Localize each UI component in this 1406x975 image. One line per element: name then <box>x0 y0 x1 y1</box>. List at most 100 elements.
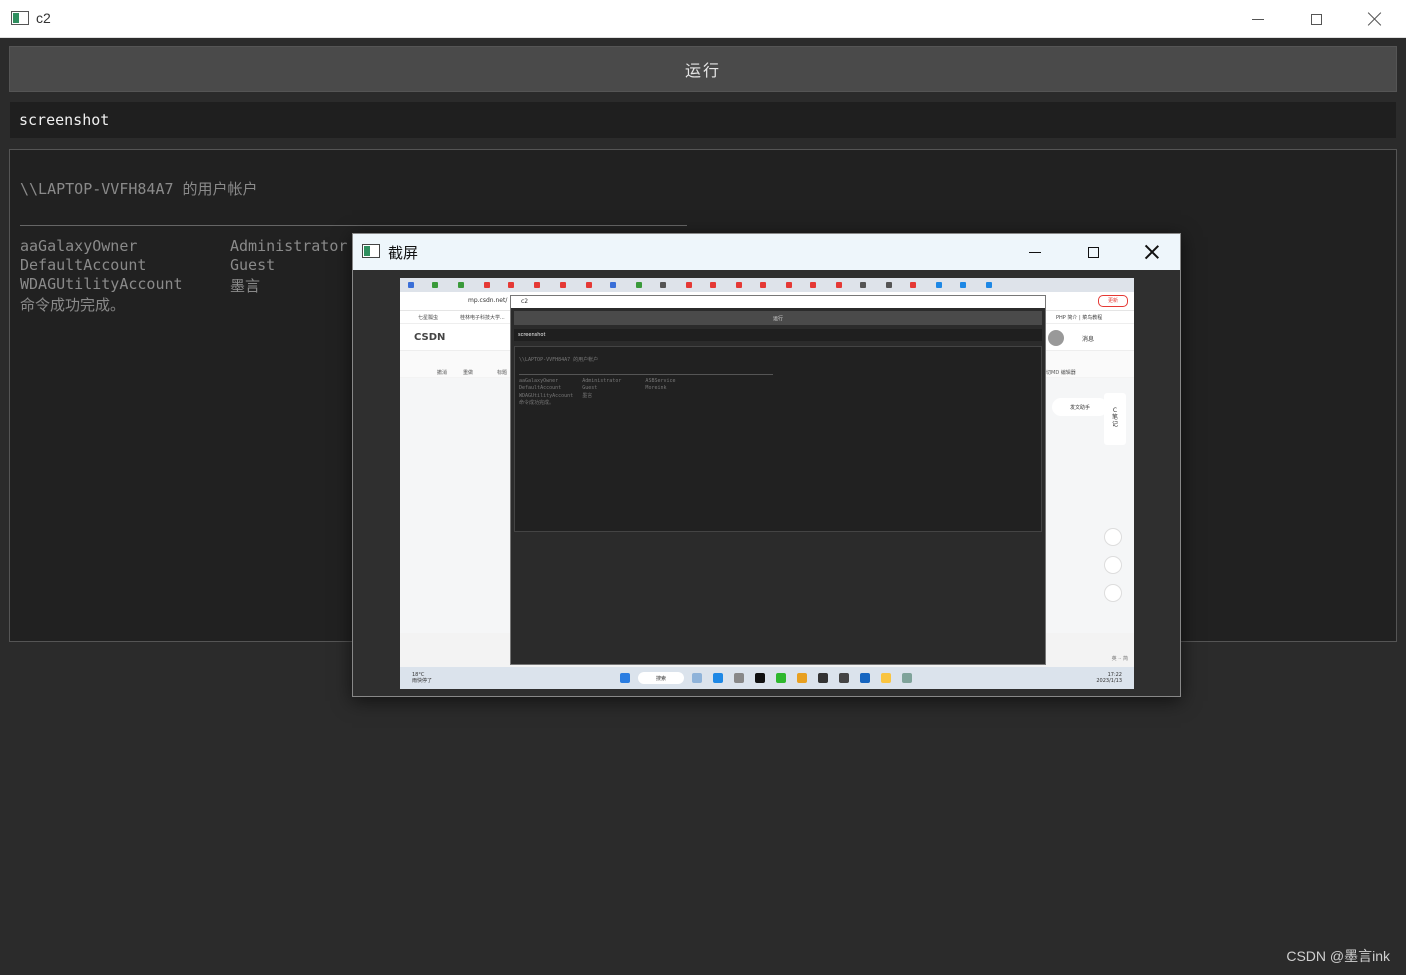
windows-taskbar: 18°C 雨快停了 搜索 17:22 2023/1/13 <box>400 667 1134 689</box>
browser-tab <box>634 280 656 290</box>
taskbar-clock: 17:22 2023/1/13 <box>1096 672 1122 684</box>
maximize-button[interactable] <box>1287 0 1345 38</box>
app-window-icon <box>11 11 29 25</box>
app-icon <box>734 673 744 683</box>
output-account-3: DefaultAccount <box>20 256 147 274</box>
minimize-icon <box>1252 18 1264 20</box>
taskview-icon <box>692 673 702 683</box>
app-icon <box>818 673 828 683</box>
browser-tab <box>558 280 580 290</box>
csdn-watermark: CSDN @墨言ink <box>1286 948 1390 964</box>
post-helper: 发文助手 <box>1052 398 1108 416</box>
browser-tab <box>758 280 780 290</box>
browser-tab <box>808 280 830 290</box>
inner-run-button: 运行 <box>514 311 1042 325</box>
side-note-text: C 笔 记 <box>1112 407 1119 428</box>
browser-tab <box>884 280 906 290</box>
notion-icon <box>839 673 849 683</box>
minimize-button[interactable] <box>1229 0 1287 38</box>
browser-tab <box>430 280 452 290</box>
input-method-label: 英 ·· 简 <box>1111 656 1128 662</box>
minimize-icon <box>1029 251 1041 253</box>
output-account-5: WDAGUtilityAccount <box>20 275 183 293</box>
output-rule <box>20 225 687 226</box>
browser-tab <box>734 280 756 290</box>
inner-output-row: WDAGUtilityAccount 墨言 <box>519 393 593 399</box>
browser-tab <box>608 280 630 290</box>
inner-output-row: DefaultAccount Guest Moreink <box>519 385 667 391</box>
output-account-4: Guest <box>230 256 276 274</box>
close-icon <box>1368 12 1382 26</box>
heading-label: 标题 <box>497 370 508 376</box>
bookmark-item: 七星瓢虫 <box>418 315 439 321</box>
window-title: c2 <box>36 10 51 26</box>
wechat-icon <box>776 673 786 683</box>
dialog-minimize-button[interactable] <box>1006 234 1064 270</box>
qrcode-icon <box>1104 528 1122 546</box>
app-icon <box>902 673 912 683</box>
browser-tab <box>406 280 428 290</box>
browser-tab <box>934 280 956 290</box>
weather-widget: 18°C 雨快停了 <box>412 672 432 684</box>
csdn-logo: CSDN <box>414 332 446 343</box>
browser-tab <box>984 280 1006 290</box>
md-editor-label: 切MD 编辑器 <box>1046 370 1076 376</box>
dialog-titlebar: 截屏 <box>353 234 1180 270</box>
dialog-window-icon <box>362 244 380 258</box>
maximize-icon <box>1310 13 1322 25</box>
browser-tab <box>532 280 554 290</box>
command-input[interactable]: screenshot <box>10 102 1396 138</box>
clock-date: 2023/1/13 <box>1096 678 1122 684</box>
screenshot-dialog: 截屏 mp.csdn.net/ 更新 七星瓢虫 桂林电子科技大学... PHP … <box>352 233 1181 697</box>
inner-output-rule <box>519 374 773 375</box>
browser-tab <box>506 280 528 290</box>
browser-tab <box>858 280 880 290</box>
browser-tab <box>708 280 730 290</box>
maximize-icon <box>1087 246 1099 258</box>
bookmark-item: PHP 简介 | 菜鸟教程 <box>1056 315 1103 321</box>
browser-tab <box>834 280 856 290</box>
app-icon <box>713 673 723 683</box>
inner-output-done: 命令成功完成。 <box>519 400 555 406</box>
app-icon <box>860 673 870 683</box>
inner-titlebar: c2 <box>511 296 1045 308</box>
redo-label: 重做 <box>463 370 474 376</box>
command-input-value: screenshot <box>19 111 110 129</box>
inner-app-window: c2 运行 screenshot \\LAPTOP-VVFH84A7 的用户帐户… <box>510 295 1046 665</box>
folder-icon <box>881 673 891 683</box>
browser-tab <box>482 280 504 290</box>
inner-output: \\LAPTOP-VVFH84A7 的用户帐户 aaGalaxyOwner Ad… <box>514 346 1042 532</box>
output-account-2: Administrator <box>230 237 348 255</box>
taskbar-search: 搜索 <box>638 672 684 684</box>
inner-command: screenshot <box>514 329 1042 341</box>
weather-desc: 雨快停了 <box>412 678 433 684</box>
back-to-top-icon <box>1104 584 1122 602</box>
undo-label: 撤消 <box>437 370 448 376</box>
close-button[interactable] <box>1346 0 1404 38</box>
inner-output-row: aaGalaxyOwner Administrator ASBService <box>519 378 676 384</box>
main-titlebar: c2 <box>0 0 1406 38</box>
inner-output-header: \\LAPTOP-VVFH84A7 的用户帐户 <box>519 357 599 363</box>
browser-tab <box>456 280 478 290</box>
output-account-1: aaGalaxyOwner <box>20 237 138 255</box>
tiktok-icon <box>755 673 765 683</box>
captured-screenshot: mp.csdn.net/ 更新 七星瓢虫 桂林电子科技大学... PHP 简介 … <box>400 278 1134 689</box>
output-header: \\LAPTOP-VVFH84A7 的用户帐户 <box>20 180 258 198</box>
update-badge: 更新 <box>1098 295 1128 307</box>
dialog-title: 截屏 <box>388 244 419 262</box>
dialog-maximize-button[interactable] <box>1064 234 1122 270</box>
output-completion: 命令成功完成。 <box>20 296 126 314</box>
browser-tabstrip <box>400 278 1134 292</box>
dialog-close-button[interactable] <box>1123 234 1181 270</box>
browser-tab <box>784 280 806 290</box>
browser-tab <box>958 280 980 290</box>
bookmark-item: 桂林电子科技大学... <box>460 315 505 321</box>
run-button[interactable]: 运行 <box>9 46 1397 92</box>
browser-tab <box>584 280 606 290</box>
messages-label: 消息 <box>1082 336 1095 343</box>
browser-tab <box>908 280 930 290</box>
headset-icon <box>1104 556 1122 574</box>
address-text: mp.csdn.net/ <box>468 297 508 304</box>
browser-tab <box>658 280 680 290</box>
side-notes: C 笔 记 <box>1104 393 1126 445</box>
